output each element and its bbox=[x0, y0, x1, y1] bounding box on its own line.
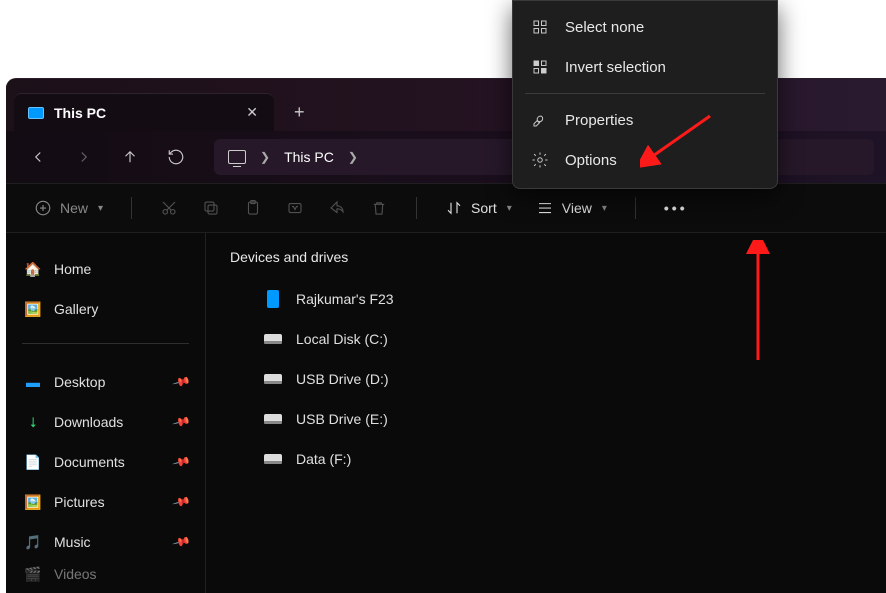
disk-icon bbox=[264, 452, 282, 466]
drive-item-data-f[interactable]: Data (F:) bbox=[230, 439, 862, 479]
properties-icon bbox=[531, 111, 549, 129]
pin-icon: 📌 bbox=[172, 452, 192, 472]
breadcrumb-location[interactable]: This PC bbox=[284, 149, 334, 165]
drive-label: Data (F:) bbox=[296, 451, 351, 467]
drive-item-local-c[interactable]: Local Disk (C:) bbox=[230, 319, 862, 359]
body: 🏠 Home 🖼️ Gallery ▬ Desktop 📌 ⭣ Download… bbox=[6, 233, 886, 593]
disk-icon bbox=[264, 332, 282, 346]
sidebar-item-label: Gallery bbox=[54, 301, 98, 317]
disk-icon bbox=[264, 372, 282, 386]
sidebar-item-gallery[interactable]: 🖼️ Gallery bbox=[16, 289, 195, 329]
drive-item-usb-e[interactable]: USB Drive (E:) bbox=[230, 399, 862, 439]
pin-icon: 📌 bbox=[172, 532, 192, 552]
content-pane: Devices and drives Rajkumar's F23 Local … bbox=[206, 233, 886, 593]
sort-label: Sort bbox=[471, 200, 497, 216]
pin-icon: 📌 bbox=[172, 412, 192, 432]
pin-icon: 📌 bbox=[172, 372, 192, 392]
tab-this-pc[interactable]: This PC ✕ bbox=[14, 93, 274, 131]
chevron-right-icon: ❯ bbox=[260, 150, 270, 164]
sidebar-item-downloads[interactable]: ⭣ Downloads 📌 bbox=[16, 402, 195, 442]
chevron-down-icon: ▾ bbox=[507, 203, 512, 214]
more-button[interactable]: ••• bbox=[654, 191, 698, 225]
paste-button[interactable] bbox=[234, 191, 272, 225]
documents-icon: 📄 bbox=[24, 453, 42, 471]
new-label: New bbox=[60, 200, 88, 216]
disk-icon bbox=[264, 412, 282, 426]
copy-button[interactable] bbox=[192, 191, 230, 225]
sidebar-item-pictures[interactable]: 🖼️ Pictures 📌 bbox=[16, 482, 195, 522]
share-button[interactable] bbox=[318, 191, 356, 225]
drive-label: USB Drive (D:) bbox=[296, 371, 389, 387]
rename-button[interactable] bbox=[276, 191, 314, 225]
back-button[interactable] bbox=[18, 137, 58, 177]
divider bbox=[416, 197, 417, 219]
tab-title: This PC bbox=[54, 105, 236, 121]
sidebar-item-label: Music bbox=[54, 534, 91, 550]
new-button[interactable]: New ▾ bbox=[24, 191, 113, 225]
sidebar-item-videos[interactable]: 🎬 Videos bbox=[16, 564, 195, 584]
select-none-icon bbox=[531, 18, 549, 36]
drive-item-phone[interactable]: Rajkumar's F23 bbox=[230, 279, 862, 319]
videos-icon: 🎬 bbox=[24, 565, 42, 583]
music-icon: 🎵 bbox=[24, 533, 42, 551]
menu-item-invert-selection[interactable]: Invert selection bbox=[513, 47, 777, 87]
view-button[interactable]: View ▾ bbox=[526, 191, 617, 225]
chevron-down-icon: ▾ bbox=[98, 203, 103, 214]
menu-item-label: Options bbox=[565, 152, 617, 169]
close-tab-icon[interactable]: ✕ bbox=[246, 104, 258, 121]
sort-button[interactable]: Sort ▾ bbox=[435, 191, 522, 225]
location-this-pc-icon bbox=[228, 150, 246, 164]
downloads-icon: ⭣ bbox=[24, 413, 42, 431]
invert-selection-icon bbox=[531, 58, 549, 76]
sidebar-divider bbox=[22, 343, 189, 344]
phone-icon bbox=[264, 292, 282, 306]
sidebar-item-label: Videos bbox=[54, 566, 97, 582]
sidebar-item-label: Home bbox=[54, 261, 91, 277]
sidebar-item-home[interactable]: 🏠 Home bbox=[16, 249, 195, 289]
this-pc-icon bbox=[28, 107, 44, 119]
forward-button[interactable] bbox=[64, 137, 104, 177]
menu-item-select-none[interactable]: Select none bbox=[513, 7, 777, 47]
chevron-right-icon: ❯ bbox=[348, 150, 358, 164]
menu-item-properties[interactable]: Properties bbox=[513, 100, 777, 140]
refresh-button[interactable] bbox=[156, 137, 196, 177]
view-label: View bbox=[562, 200, 592, 216]
menu-item-label: Select none bbox=[565, 19, 644, 36]
sidebar-item-desktop[interactable]: ▬ Desktop 📌 bbox=[16, 362, 195, 402]
up-button[interactable] bbox=[110, 137, 150, 177]
more-options-menu: Select none Invert selection Properties … bbox=[512, 0, 778, 189]
dots-icon: ••• bbox=[664, 200, 688, 216]
sidebar-item-documents[interactable]: 📄 Documents 📌 bbox=[16, 442, 195, 482]
drive-item-usb-d[interactable]: USB Drive (D:) bbox=[230, 359, 862, 399]
divider bbox=[131, 197, 132, 219]
command-bar: New ▾ Sort ▾ View ▾ bbox=[6, 183, 886, 233]
desktop-icon: ▬ bbox=[24, 373, 42, 391]
group-header[interactable]: Devices and drives bbox=[230, 249, 862, 265]
menu-item-label: Invert selection bbox=[565, 59, 666, 76]
drive-label: Local Disk (C:) bbox=[296, 331, 388, 347]
chevron-down-icon: ▾ bbox=[602, 203, 607, 214]
options-gear-icon bbox=[531, 151, 549, 169]
menu-item-options[interactable]: Options bbox=[513, 140, 777, 180]
drive-label: Rajkumar's F23 bbox=[296, 291, 394, 307]
sidebar-item-label: Desktop bbox=[54, 374, 105, 390]
sidebar-item-music[interactable]: 🎵 Music 📌 bbox=[16, 522, 195, 562]
cut-button[interactable] bbox=[150, 191, 188, 225]
gallery-icon: 🖼️ bbox=[24, 300, 42, 318]
sidebar-item-label: Documents bbox=[54, 454, 125, 470]
sidebar-item-label: Pictures bbox=[54, 494, 105, 510]
pictures-icon: 🖼️ bbox=[24, 493, 42, 511]
menu-item-label: Properties bbox=[565, 112, 633, 129]
navigation-pane: 🏠 Home 🖼️ Gallery ▬ Desktop 📌 ⭣ Download… bbox=[6, 233, 206, 593]
drive-label: USB Drive (E:) bbox=[296, 411, 388, 427]
pin-icon: 📌 bbox=[172, 492, 192, 512]
delete-button[interactable] bbox=[360, 191, 398, 225]
divider bbox=[635, 197, 636, 219]
home-icon: 🏠 bbox=[24, 260, 42, 278]
sidebar-item-label: Downloads bbox=[54, 414, 123, 430]
menu-divider bbox=[525, 93, 765, 94]
new-tab-button[interactable]: + bbox=[274, 102, 325, 131]
